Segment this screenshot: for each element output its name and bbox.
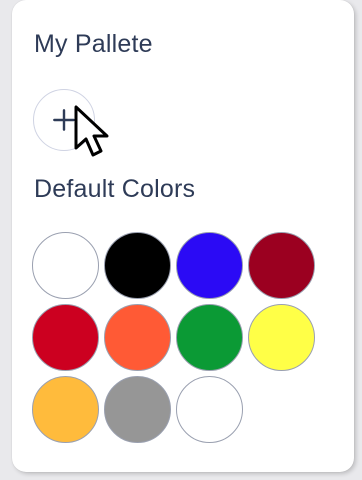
- default-colors-title: Default Colors: [34, 175, 196, 203]
- color-swatch[interactable]: [104, 232, 171, 299]
- color-swatch[interactable]: [104, 304, 171, 371]
- plus-icon: [53, 109, 75, 131]
- color-swatch[interactable]: [32, 232, 99, 299]
- color-swatch[interactable]: [104, 376, 171, 443]
- color-swatch[interactable]: [176, 376, 243, 443]
- color-swatch[interactable]: [248, 232, 315, 299]
- color-swatch[interactable]: [176, 304, 243, 371]
- color-swatch[interactable]: [32, 376, 99, 443]
- my-pallete-title: My Pallete: [34, 30, 153, 58]
- color-swatch[interactable]: [248, 304, 315, 371]
- color-picker-panel: My Pallete Default Colors: [12, 0, 354, 472]
- color-swatch[interactable]: [176, 232, 243, 299]
- color-swatch[interactable]: [32, 304, 99, 371]
- add-color-button[interactable]: [33, 89, 95, 151]
